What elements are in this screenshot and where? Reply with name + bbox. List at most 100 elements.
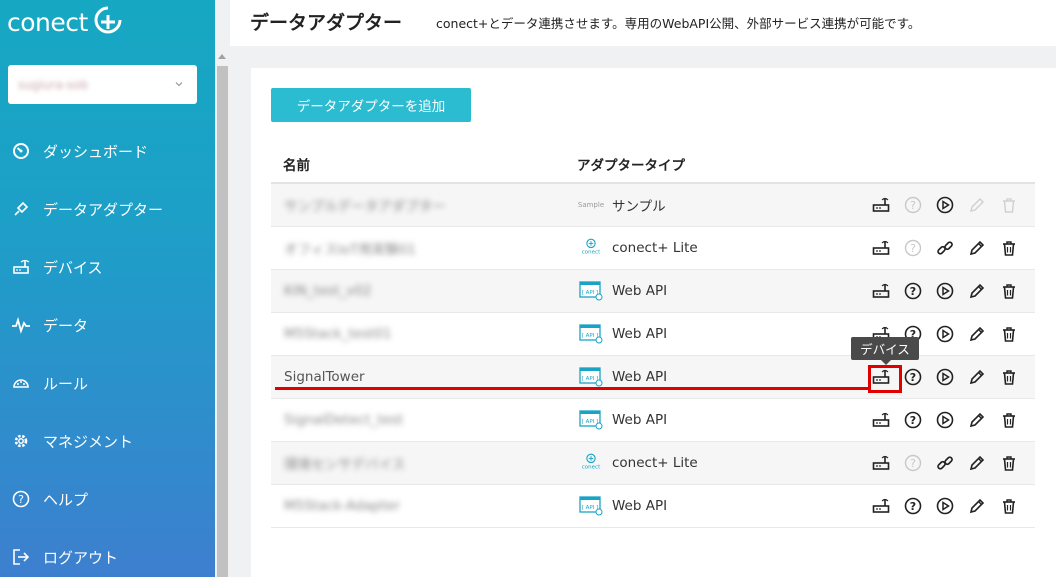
sample-icon-label: Sample — [577, 201, 605, 209]
nav-item-data-adapter[interactable]: データアダプター — [0, 180, 215, 238]
help-icon: ? — [10, 488, 32, 510]
adapter-type-label: Web API — [612, 498, 668, 514]
delete-icon-button[interactable] — [993, 365, 1025, 389]
nav-item-help[interactable]: ? ヘルプ — [0, 470, 215, 528]
table-row[interactable]: 環境センサデバイス conect conect+ Lite? — [271, 442, 1035, 485]
sidebar-nav: ダッシュボード データアダプター デバイス データ ルール マネジメント ? ヘ… — [0, 122, 215, 577]
edit-icon-button[interactable] — [961, 451, 993, 475]
adapter-name: 環境センサデバイス — [284, 457, 406, 473]
devices-icon-button[interactable] — [865, 451, 897, 475]
svg-text:?: ? — [910, 242, 916, 255]
delete-icon-button-disabled — [993, 193, 1025, 217]
link-icon-button[interactable] — [929, 451, 961, 475]
nav-item-devices[interactable]: デバイス — [0, 238, 215, 296]
edit-icon-button[interactable] — [961, 365, 993, 389]
row-actions: ? — [865, 494, 1025, 518]
devices-icon-button[interactable] — [865, 279, 897, 303]
help-icon-button[interactable]: ? — [897, 494, 929, 518]
link-icon-button[interactable] — [929, 236, 961, 260]
api-icon-label: [ API ] — [582, 333, 599, 339]
nav-label: デバイス — [43, 258, 103, 277]
adapter-type-label: Web API — [612, 412, 668, 428]
devices-icon-button[interactable] — [865, 408, 897, 432]
nav-item-logout[interactable]: ログアウト — [0, 528, 215, 577]
logout-icon — [10, 546, 32, 568]
edit-icon-button[interactable] — [961, 236, 993, 260]
adapter-type-cell: conect conect+ Lite — [563, 237, 863, 259]
table-row[interactable]: オフィスIoT用実験01 conect conect+ Lite? — [271, 227, 1035, 270]
edit-icon-button[interactable] — [961, 322, 993, 346]
table-row[interactable]: SignalDetect_test [ API ] Web API? — [271, 399, 1035, 442]
api-type-icon: [ API ] — [579, 409, 603, 431]
play-icon-button[interactable] — [929, 322, 961, 346]
table-row[interactable]: サンプルデータアダプター Sample サンプル? — [271, 184, 1035, 227]
nav-item-dashboard[interactable]: ダッシュボード — [0, 122, 215, 180]
devices-icon-button[interactable] — [865, 494, 897, 518]
column-header-name[interactable]: 名前 — [271, 154, 563, 174]
help-icon-button-disabled: ? — [897, 193, 929, 217]
table-row[interactable]: M5Stack-Adapter [ API ] Web API? — [271, 485, 1035, 528]
play-icon-button[interactable] — [929, 494, 961, 518]
table-row[interactable]: KIN_test_v02 [ API ] Web API? — [271, 270, 1035, 313]
api-type-icon: [ API ] — [579, 495, 603, 517]
help-icon-button[interactable]: ? — [897, 408, 929, 432]
nav-item-management[interactable]: マネジメント — [0, 412, 215, 470]
adapter-type-label: Web API — [612, 283, 668, 299]
column-header-type[interactable]: アダプタータイプ — [563, 154, 863, 174]
edit-icon-button[interactable] — [961, 279, 993, 303]
adapter-type-label: conect+ Lite — [612, 240, 698, 256]
delete-icon-button[interactable] — [993, 236, 1025, 260]
adapter-name: オフィスIoT用実験01 — [284, 242, 416, 258]
delete-icon-button[interactable] — [993, 279, 1025, 303]
delete-icon-button[interactable] — [993, 408, 1025, 432]
row-actions: ? — [865, 451, 1025, 475]
table-row[interactable]: M5Stack_test01[ API ] Web API? — [271, 313, 1035, 356]
help-icon-button[interactable]: ? — [897, 279, 929, 303]
svg-text:?: ? — [910, 199, 916, 212]
api-icon-label: [ API ] — [582, 419, 599, 425]
play-icon-button[interactable] — [929, 279, 961, 303]
devices-icon-button[interactable] — [865, 193, 897, 217]
conect-type-icon: conect — [579, 452, 603, 474]
delete-icon-button[interactable] — [993, 322, 1025, 346]
delete-icon-button[interactable] — [993, 494, 1025, 518]
api-type-icon: [ API ] — [579, 366, 603, 388]
adapter-table: 名前 アダプタータイプ サンプルデータアダプター Sample サンプル? オフィスI… — [271, 146, 1035, 528]
adapter-type-label: Web API — [612, 369, 668, 385]
row-actions: ? — [865, 408, 1025, 432]
edit-icon-button[interactable] — [961, 408, 993, 432]
adapter-name: KIN_test_v02 — [284, 283, 372, 299]
adapter-type-cell: [ API ] Web API — [563, 495, 863, 517]
nav-label: データアダプター — [43, 200, 164, 219]
scrollbar[interactable] — [215, 52, 230, 577]
pulse-icon — [10, 314, 32, 336]
nav-item-data[interactable]: データ — [0, 296, 215, 354]
scroll-up-arrow-icon[interactable] — [218, 54, 226, 59]
plug-icon — [10, 198, 32, 220]
api-type-icon: [ API ] — [579, 280, 603, 302]
adapter-type-cell: [ API ] Web API — [563, 280, 863, 302]
brand-logo[interactable]: conect — [7, 4, 125, 40]
help-icon-button-disabled: ? — [897, 451, 929, 475]
nav-item-rules[interactable]: ルール — [0, 354, 215, 412]
account-select[interactable]: sugiura-sob — [8, 65, 197, 104]
svg-text:?: ? — [910, 414, 916, 427]
table-row[interactable]: SignalTower [ API ] Web API? — [271, 356, 1035, 399]
svg-text:?: ? — [910, 457, 916, 470]
scroll-thumb[interactable] — [217, 66, 228, 577]
adapter-type-label: conect+ Lite — [612, 455, 698, 471]
adapter-type-label: Web API — [612, 326, 668, 342]
play-icon-button[interactable] — [929, 408, 961, 432]
adapter-name: M5Stack-Adapter — [284, 498, 400, 514]
sample-type-icon: Sample — [577, 194, 605, 216]
play-icon-button[interactable] — [929, 365, 961, 389]
edit-icon-button[interactable] — [961, 494, 993, 518]
logo-plus-icon — [94, 6, 122, 34]
row-actions: ? — [865, 236, 1025, 260]
devices-icon-button[interactable] — [865, 236, 897, 260]
delete-icon-button[interactable] — [993, 451, 1025, 475]
adapter-type-cell: Sample サンプル — [563, 194, 863, 216]
add-data-adapter-button[interactable]: データアダプターを追加 — [271, 88, 471, 122]
play-icon-button[interactable] — [929, 193, 961, 217]
dashboard-icon — [10, 140, 32, 162]
